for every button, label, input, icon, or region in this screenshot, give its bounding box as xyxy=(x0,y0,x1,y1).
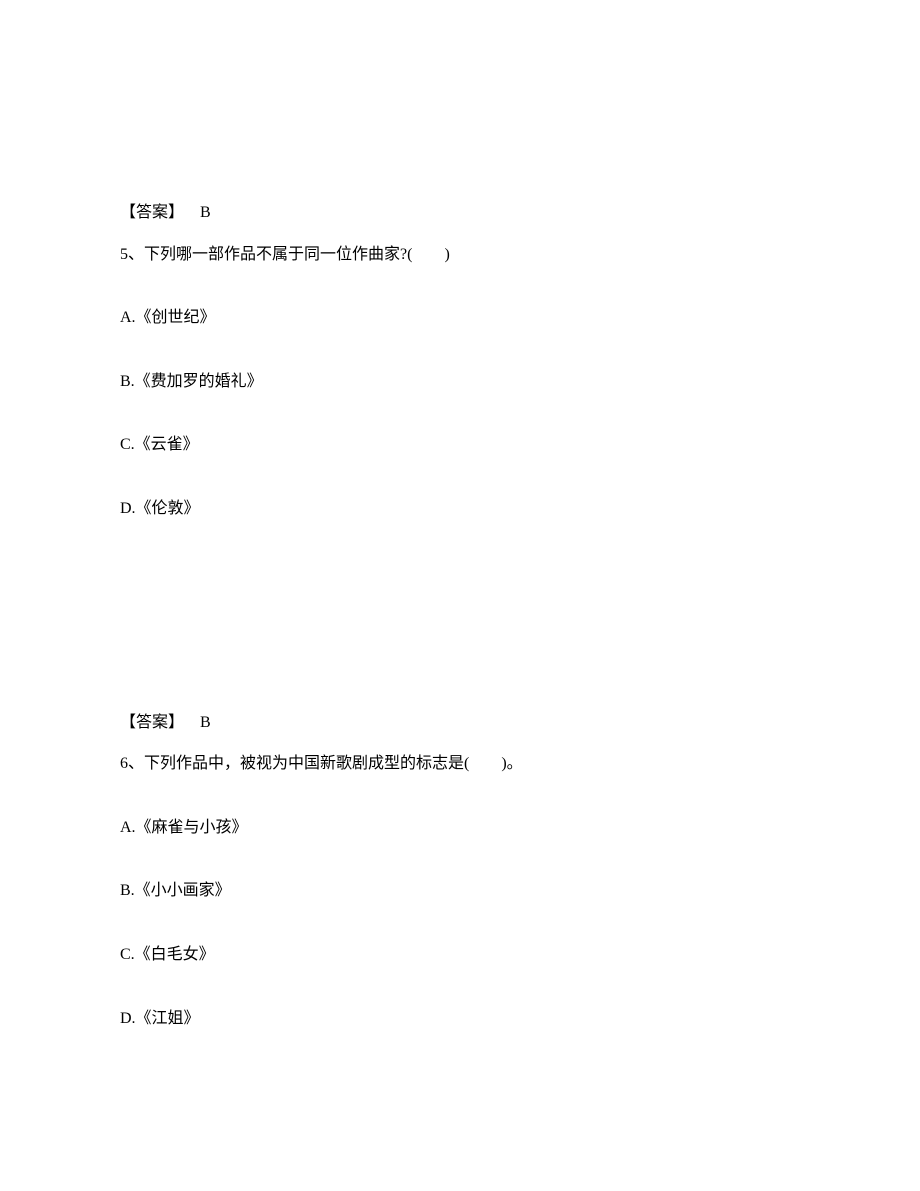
answer-block-q5: 【答案】 B xyxy=(120,710,800,736)
answer-block-q4: 【答案】 B xyxy=(120,200,800,226)
question-5-option-a: A.《创世纪》 xyxy=(120,305,800,331)
answer-value: B xyxy=(200,204,211,221)
question-text: 下列哪一部作品不属于同一位作曲家?( ) xyxy=(144,246,450,263)
question-6-option-c: C.《白毛女》 xyxy=(120,942,800,968)
answer-label: 【答案】 xyxy=(120,204,184,221)
question-5-option-c: C.《云雀》 xyxy=(120,432,800,458)
question-5-stem: 5、下列哪一部作品不属于同一位作曲家?( ) xyxy=(120,242,800,268)
question-text: 下列作品中，被视为中国新歌剧成型的标志是( )。 xyxy=(144,755,523,772)
question-number: 6、 xyxy=(120,755,144,772)
question-5-option-d: D.《伦敦》 xyxy=(120,496,800,522)
question-number: 5、 xyxy=(120,246,144,263)
question-5-option-b: B.《费加罗的婚礼》 xyxy=(120,369,800,395)
question-6-option-d: D.《江姐》 xyxy=(120,1006,800,1032)
answer-value: B xyxy=(200,714,211,731)
answer-label: 【答案】 xyxy=(120,714,184,731)
question-6-stem: 6、下列作品中，被视为中国新歌剧成型的标志是( )。 xyxy=(120,751,800,777)
question-6-option-a: A.《麻雀与小孩》 xyxy=(120,815,800,841)
question-6-option-b: B.《小小画家》 xyxy=(120,878,800,904)
